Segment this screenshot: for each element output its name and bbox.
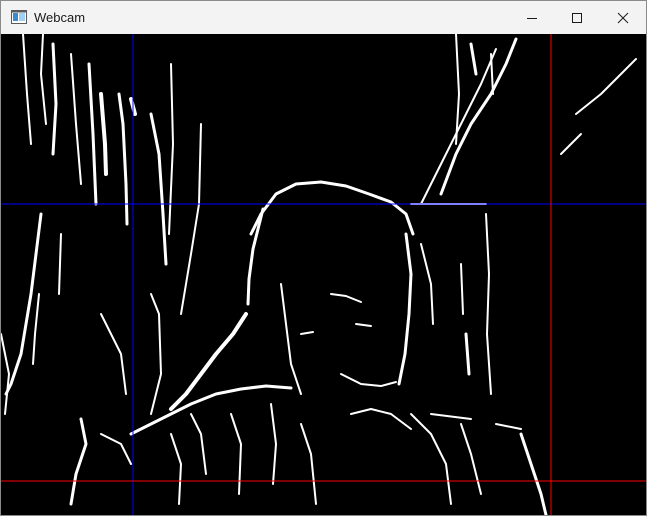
webcam-window: Webcam (0, 0, 647, 516)
maximize-icon (572, 12, 582, 23)
minimize-button[interactable] (509, 1, 555, 34)
app-window-icon (11, 10, 27, 24)
title-bar[interactable]: Webcam (1, 1, 646, 34)
close-button[interactable] (600, 1, 646, 34)
webcam-feed (1, 34, 646, 515)
minimize-icon (527, 17, 537, 19)
edge-detection-frame (1, 34, 646, 515)
window-title: Webcam (34, 10, 86, 25)
close-icon (617, 12, 629, 23)
maximize-button[interactable] (554, 1, 600, 34)
